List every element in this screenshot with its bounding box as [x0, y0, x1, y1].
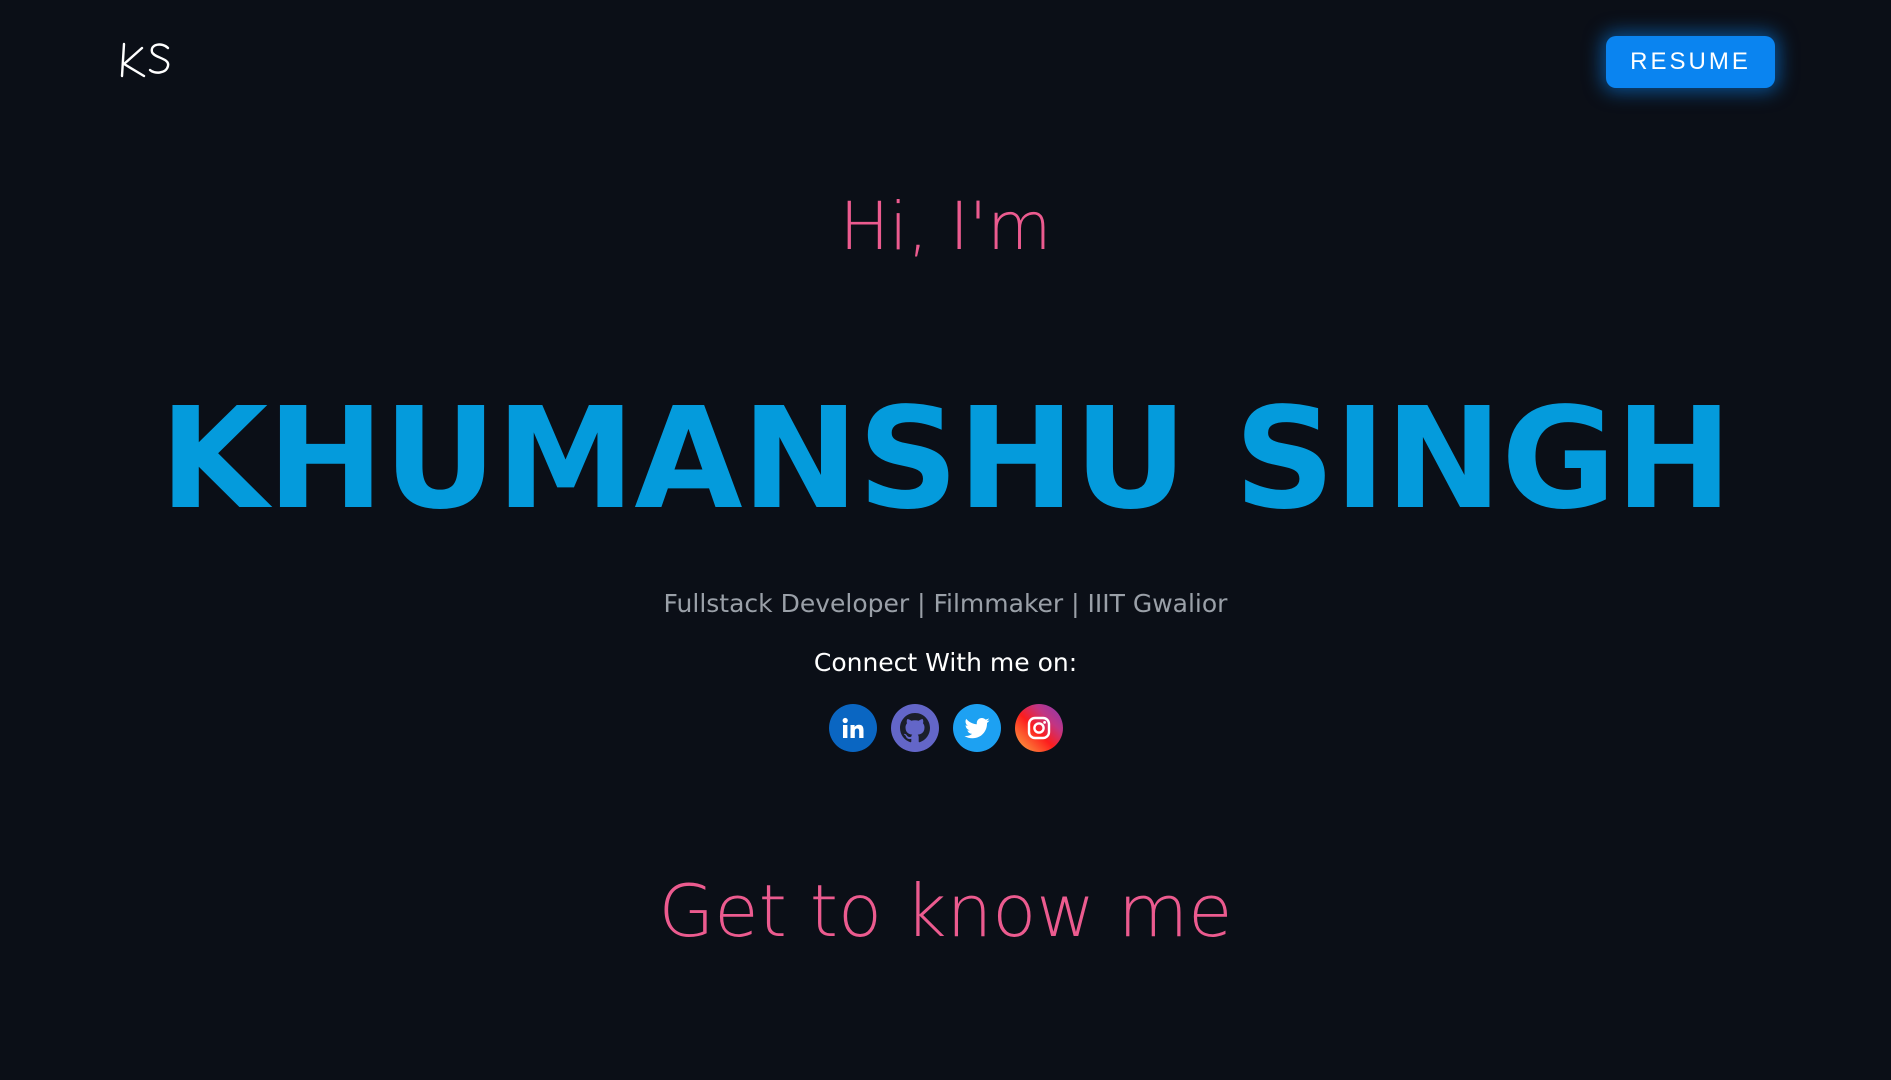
github-link[interactable] — [891, 704, 939, 752]
github-icon — [900, 713, 930, 743]
connect-label: Connect With me on: — [813, 648, 1078, 677]
linkedin-icon — [842, 717, 864, 738]
twitter-icon — [964, 718, 990, 739]
greeting-text: Hi, I'm — [839, 188, 1052, 265]
social-links — [829, 704, 1063, 752]
resume-button[interactable]: RESUME — [1606, 36, 1775, 88]
ks-logo-icon — [120, 42, 170, 78]
hero-name: KHUMANSHU SINGH — [159, 378, 1733, 541]
section-heading: Get to know me — [658, 869, 1233, 953]
tagline: Fullstack Developer | Filmmaker | IIIT G… — [663, 589, 1228, 618]
logo[interactable] — [118, 34, 178, 82]
instagram-link[interactable] — [1015, 704, 1063, 752]
instagram-icon — [1027, 716, 1051, 740]
linkedin-link[interactable] — [829, 704, 877, 752]
twitter-link[interactable] — [953, 704, 1001, 752]
